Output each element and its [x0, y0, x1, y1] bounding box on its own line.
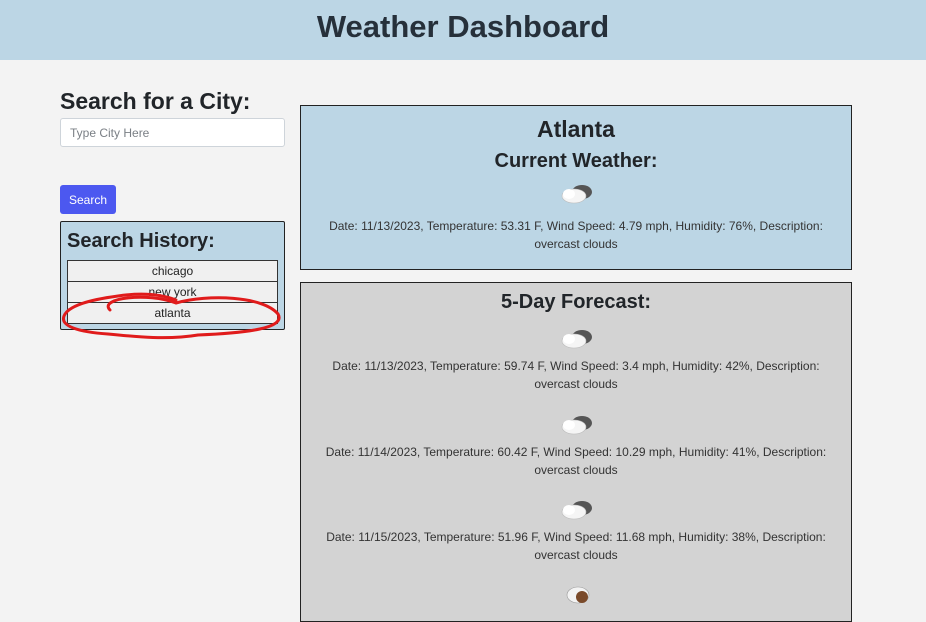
current-weather-heading: Current Weather:: [494, 150, 658, 172]
forecast-panel: 5-Day Forecast: Date: 11/13/2023, Temper…: [300, 282, 852, 622]
current-weather-info: Date: 11/13/2023, Temperature: 53.31 F, …: [329, 219, 823, 251]
page-header: Weather Dashboard: [0, 0, 926, 60]
search-button[interactable]: Search: [60, 185, 116, 214]
overcast-clouds-icon: [561, 416, 592, 435]
search-heading: Search for a City:: [60, 88, 251, 114]
search-history-panel: Search History: chicago new york atlanta: [60, 221, 285, 330]
page-title: Weather Dashboard: [316, 9, 610, 44]
forecast-day: Date: 11/15/2023, Temperature: 51.96 F, …: [311, 498, 841, 564]
rain-cloud-icon: [566, 586, 590, 604]
current-city-name: Atlanta: [537, 116, 615, 142]
forecast-day-info: Date: 11/13/2023, Temperature: 59.74 F, …: [332, 359, 820, 391]
search-history-list: chicago new york atlanta: [67, 260, 278, 324]
forecast-day-info: Date: 11/15/2023, Temperature: 51.96 F, …: [326, 530, 826, 562]
forecast-day-info: Date: 11/14/2023, Temperature: 60.42 F, …: [325, 445, 827, 477]
city-search-input[interactable]: [60, 118, 285, 147]
current-weather-panel: Atlanta Current Weather: Date: 11/13/202…: [300, 105, 852, 270]
overcast-clouds-icon: [561, 185, 592, 204]
overcast-clouds-icon: [561, 501, 592, 520]
overcast-clouds-icon: [561, 330, 592, 349]
search-history-heading: Search History:: [67, 230, 215, 252]
history-item-chicago[interactable]: chicago: [67, 260, 278, 282]
history-item-atlanta[interactable]: atlanta: [67, 302, 278, 324]
forecast-heading: 5-Day Forecast:: [500, 291, 652, 313]
forecast-day: [311, 583, 841, 613]
history-item-new-york[interactable]: new york: [67, 281, 278, 303]
forecast-day: Date: 11/13/2023, Temperature: 59.74 F, …: [311, 327, 841, 393]
forecast-day: Date: 11/14/2023, Temperature: 60.42 F, …: [311, 413, 841, 479]
